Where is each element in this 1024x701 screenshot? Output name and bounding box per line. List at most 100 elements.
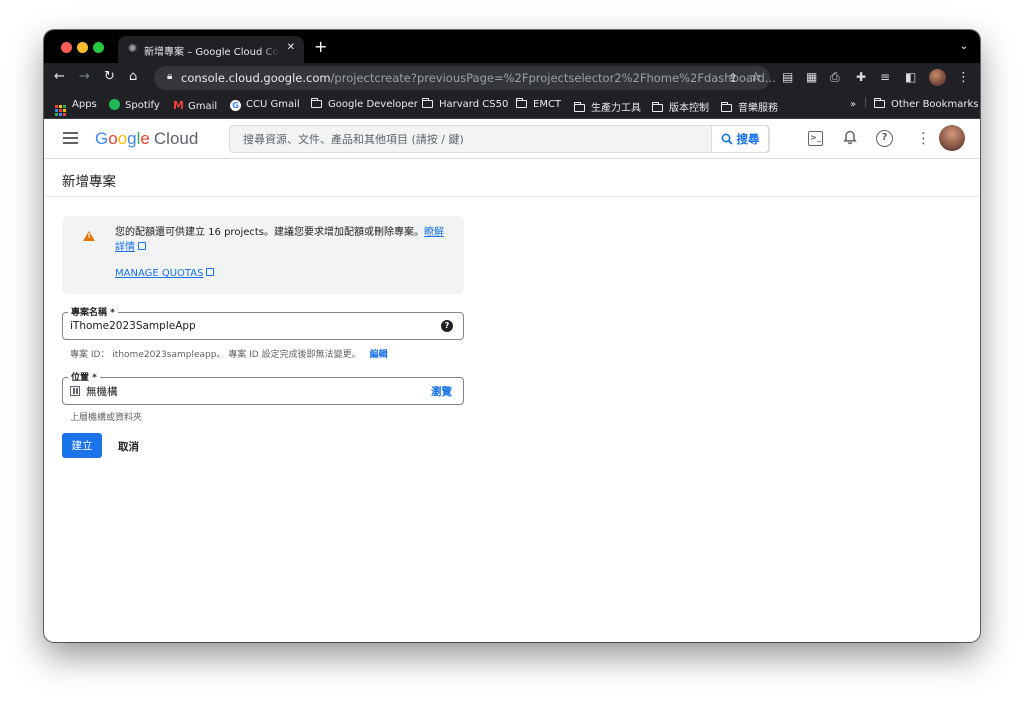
bookmark-label: 音樂服務	[738, 103, 778, 114]
browse-location-button[interactable]: 瀏覽	[431, 384, 452, 399]
bookmark-label: 生產力工具	[591, 103, 641, 114]
bookmark-gmail[interactable]: M Gmail	[173, 99, 217, 112]
folder-icon	[574, 102, 585, 112]
side-panel-icon[interactable]: ◧	[905, 70, 916, 84]
tab-close-icon[interactable]: ✕	[287, 42, 295, 53]
console-search-input[interactable]	[230, 126, 715, 152]
page-title: 新增專案	[62, 174, 116, 190]
bookmark-spotify[interactable]: Spotify	[109, 99, 160, 111]
address-bar[interactable]: 🔒︎ console.cloud.google.com/projectcreat…	[154, 66, 776, 90]
media-queue-icon[interactable]: ≡	[880, 70, 890, 84]
tab-search-chevron-icon[interactable]: ⌄	[960, 41, 968, 52]
browser-profile-avatar[interactable]	[929, 69, 946, 86]
bookmark-label: Apps	[72, 99, 97, 110]
project-name-input[interactable]	[63, 313, 433, 339]
lock-icon[interactable]: 🔒︎	[167, 71, 172, 82]
bookmark-productivity[interactable]: 生產力工具	[574, 99, 641, 114]
loading-spinner-icon: ✺	[128, 42, 138, 55]
browser-menu-kebab-icon[interactable]: ⋮	[957, 70, 970, 85]
location-field[interactable]: 位置 * 無機構 瀏覽	[62, 370, 464, 405]
tab-title: 新增專案 – Google Cloud Console	[144, 47, 280, 58]
console-search: 搜尋	[229, 125, 770, 153]
browser-tab-active[interactable]: ✺ 新增專案 – Google Cloud Console ✕	[118, 36, 304, 63]
google-icon: G	[230, 100, 241, 111]
reload-icon[interactable]: ↻	[104, 70, 115, 84]
extensions-puzzle-icon[interactable]: ✚	[856, 70, 866, 84]
url-host: console.cloud.google.com	[181, 71, 331, 85]
create-button[interactable]: 建立	[62, 433, 102, 458]
page-title-bar: 新增專案	[44, 159, 980, 197]
external-link-icon	[206, 268, 215, 276]
new-tab-button[interactable]: +	[314, 39, 327, 55]
search-button[interactable]: 搜尋	[711, 125, 769, 153]
folder-icon	[721, 102, 732, 112]
bookmark-label: Other Bookmarks	[891, 99, 979, 110]
extension-document-icon[interactable]: ▤	[782, 70, 793, 84]
console-header: GoogleCloud 搜尋 >_ ? ⋮	[44, 119, 980, 159]
project-id-text: 專案 ID： ithome2023sampleapp。 專案 ID 設定完成後即…	[70, 350, 361, 360]
bookmarks-bar: Apps Spotify M Gmail G CCU Gmail Google De…	[44, 93, 980, 119]
account-avatar[interactable]	[939, 125, 965, 151]
bookmark-label: CCU Gmail	[246, 99, 300, 110]
location-hint: 上層機構或資料夾	[70, 413, 143, 423]
location-value: 無機構	[86, 386, 118, 398]
url-path: /projectcreate?previousPage=%2Fprojectse…	[330, 71, 776, 85]
edit-project-id-link[interactable]: 編輯	[370, 350, 388, 360]
bookmark-other[interactable]: Other Bookmarks	[874, 98, 979, 110]
menu-hamburger-icon[interactable]	[63, 132, 78, 144]
project-name-help-icon[interactable]: ?	[441, 320, 453, 332]
gmail-icon: M	[173, 99, 184, 112]
logo-cloud: Cloud	[153, 129, 199, 148]
external-link-icon	[138, 242, 146, 250]
extension-printer-icon[interactable]: ⎙	[830, 70, 840, 84]
apps-grid-icon	[55, 105, 66, 116]
bookmark-emct[interactable]: EMCT	[516, 98, 562, 110]
learn-more-part1: 瞭解	[424, 227, 444, 238]
bookmark-google-developer[interactable]: Google Developer	[311, 98, 418, 110]
bookmark-label: Spotify	[125, 100, 160, 111]
extension-photo-icon[interactable]: ▦	[806, 70, 817, 84]
bookmark-music[interactable]: 音樂服務	[721, 99, 778, 114]
google-cloud-logo[interactable]: Google Cloud	[95, 129, 198, 149]
learn-more-part2: 詳情	[115, 242, 135, 253]
bookmark-version-control[interactable]: 版本控制	[652, 99, 709, 114]
bookmarks-divider: |	[864, 97, 868, 108]
forward-arrow-icon[interactable]: →	[79, 70, 90, 84]
notice-message: 您的配額還可供建立 16 projects。建議您要求增加配額或刪除專案。	[115, 227, 424, 238]
browser-titlebar: ✺ 新增專案 – Google Cloud Console ✕ + ⌄	[44, 30, 980, 63]
notifications-bell-icon[interactable]	[843, 130, 857, 149]
back-arrow-icon[interactable]: ←	[54, 70, 65, 84]
search-button-label: 搜尋	[736, 132, 760, 146]
project-id-hint: 專案 ID： ithome2023sampleapp。 專案 ID 設定完成後即…	[70, 347, 388, 360]
organization-building-icon	[70, 386, 80, 396]
logo-google: Google	[95, 129, 150, 148]
bookmark-ccu-gmail[interactable]: G CCU Gmail	[230, 99, 300, 111]
home-icon[interactable]: ⌂	[129, 70, 137, 84]
address-url[interactable]: console.cloud.google.com/projectcreate?p…	[181, 71, 776, 85]
bookmark-label: 版本控制	[669, 103, 709, 114]
folder-icon	[652, 102, 663, 112]
bookmark-harvard-cs50[interactable]: Harvard CS50	[422, 98, 509, 110]
bookmark-label: Harvard CS50	[439, 99, 509, 110]
quota-notice: 您的配額還可供建立 16 projects。建議您要求增加配額或刪除專案。瞭解詳…	[62, 216, 464, 294]
bookmark-star-icon[interactable]: ☆	[750, 70, 762, 85]
bookmark-apps[interactable]: Apps	[55, 99, 97, 116]
bookmark-label: Gmail	[187, 101, 218, 112]
location-label: 位置 *	[68, 370, 100, 383]
project-name-field: 專案名稱 * ?	[62, 305, 464, 340]
bookmark-label: Google Developer	[328, 99, 418, 110]
manage-quotas-link[interactable]: MANAGE QUOTAS	[115, 268, 215, 279]
cloud-shell-terminal-icon[interactable]: >_	[808, 131, 823, 146]
minimize-window-button[interactable]	[77, 42, 88, 53]
quota-notice-text: 您的配額還可供建立 16 projects。建議您要求增加配額或刪除專案。瞭解詳…	[115, 225, 455, 255]
browser-window: ✺ 新增專案 – Google Cloud Console ✕ + ⌄ ← → …	[44, 30, 980, 642]
cancel-button[interactable]: 取消	[118, 439, 139, 454]
bookmarks-overflow-chevron-icon[interactable]: »	[850, 99, 856, 110]
bookmark-label: EMCT	[533, 99, 562, 110]
close-window-button[interactable]	[61, 42, 72, 53]
settings-kebab-icon[interactable]: ⋮	[916, 130, 931, 146]
maximize-window-button[interactable]	[93, 42, 104, 53]
share-icon[interactable]: ⇪	[728, 71, 738, 85]
help-icon[interactable]: ?	[876, 130, 893, 147]
bell-icon	[843, 130, 857, 145]
